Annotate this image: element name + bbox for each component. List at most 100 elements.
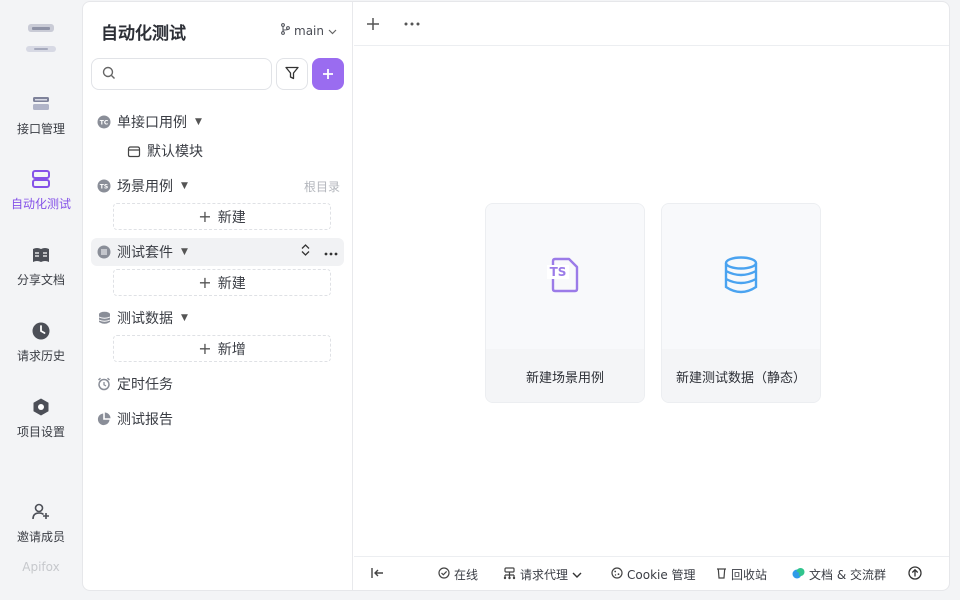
rail-item-label: 请求历史 — [16, 349, 65, 363]
check-circle-icon — [438, 567, 450, 582]
test-tree-panel: 自动化测试 main TC 单接口用例 ▼ 默认模块 TS 场景用例 ▼ 根目录… — [83, 2, 353, 590]
filter-button[interactable] — [276, 58, 308, 90]
database-icon — [723, 255, 759, 299]
node-label: 单接口用例 — [117, 115, 187, 131]
node-label: 测试报告 — [117, 412, 173, 428]
new-scenario-card[interactable]: TS 新建场景用例 — [485, 203, 645, 403]
new-label: 新建 — [217, 275, 246, 292]
invite-member-icon — [30, 501, 52, 523]
caret-down-icon: ▼ — [181, 247, 188, 257]
new-label: 新建 — [217, 209, 246, 226]
rail-item-label: 接口管理 — [16, 122, 65, 136]
search-icon — [102, 65, 116, 84]
api-management-icon — [30, 93, 52, 115]
card-label: 新建场景用例 — [486, 349, 644, 402]
node-label: 测试套件 — [117, 245, 173, 261]
brand-watermark: Apifox — [22, 560, 60, 574]
chevron-down-icon — [572, 568, 582, 582]
tab-bar — [354, 2, 949, 46]
new-data-button[interactable]: + 新增 — [113, 335, 331, 362]
git-branch-icon — [280, 23, 290, 38]
branch-name: main — [294, 23, 324, 38]
folder-icon — [126, 143, 142, 159]
chevron-down-icon — [328, 24, 337, 38]
ts-badge-icon: TS — [96, 178, 112, 194]
docs-community-button[interactable]: 文档 & 交流群 — [792, 566, 886, 583]
rail-item-automation-test[interactable]: 自动化测试 — [0, 168, 82, 212]
caret-down-icon: ▼ — [195, 117, 202, 127]
svg-text:TS: TS — [100, 183, 108, 190]
search-input[interactable] — [122, 67, 262, 81]
new-tab-button[interactable] — [366, 12, 380, 36]
arrow-up-circle-icon — [908, 566, 922, 583]
status-label: 文档 & 交流群 — [809, 568, 886, 582]
rail-item-api-management[interactable]: 接口管理 — [0, 93, 82, 137]
caret-down-icon: ▼ — [181, 313, 188, 323]
status-label: 回收站 — [731, 568, 768, 582]
shared-docs-icon — [30, 244, 52, 266]
panel-title: 自动化测试 — [101, 24, 186, 44]
status-label: Cookie 管理 — [627, 568, 696, 582]
rail-item-label: 分享文档 — [16, 273, 65, 287]
settings-hexagon-icon — [30, 396, 52, 418]
branch-selector[interactable]: main — [280, 23, 337, 38]
more-icon[interactable] — [324, 244, 338, 260]
project-logo[interactable] — [22, 18, 62, 62]
sort-icon[interactable] — [301, 244, 310, 260]
rail-item-project-settings[interactable]: 项目设置 — [0, 396, 82, 440]
collapse-sidebar-button[interactable] — [371, 567, 384, 582]
automation-test-icon — [30, 168, 52, 190]
new-static-data-card[interactable]: 新建测试数据（静态） — [661, 203, 821, 403]
status-bar: 在线 请求代理 Cookie 管理 回收站 文档 & 交流群 — [354, 556, 949, 590]
ts-file-icon: TS — [545, 255, 585, 299]
main-frame: 自动化测试 main TC 单接口用例 ▼ 默认模块 TS 场景用例 ▼ 根目录… — [82, 1, 950, 591]
node-label: 定时任务 — [117, 377, 173, 393]
plus-icon: + — [198, 273, 212, 292]
new-suite-button[interactable]: + 新建 — [113, 269, 331, 296]
plus-icon — [322, 65, 334, 84]
filter-icon — [285, 65, 299, 84]
pie-chart-icon — [96, 411, 112, 427]
proxy-network-icon — [503, 566, 516, 583]
chat-bubble-icon — [792, 567, 805, 583]
new-scenario-button[interactable]: + 新建 — [113, 203, 331, 230]
tree-node-test-data[interactable]: 测试数据 ▼ — [91, 304, 344, 332]
status-label: 在线 — [454, 568, 479, 582]
trash-button[interactable]: 回收站 — [716, 566, 767, 583]
add-button[interactable] — [312, 58, 344, 90]
node-label: 测试数据 — [117, 311, 173, 327]
tree-node-scheduled-tasks[interactable]: 定时任务 — [91, 370, 344, 398]
new-label: 新增 — [217, 341, 246, 358]
root-dir-label[interactable]: 根目录 — [304, 178, 340, 195]
rail-item-label: 项目设置 — [16, 425, 65, 439]
tab-more-icon[interactable] — [404, 10, 420, 30]
node-label: 场景用例 — [117, 179, 173, 195]
caret-down-icon: ▼ — [181, 181, 188, 191]
database-icon — [96, 310, 112, 326]
tree-node-default-module[interactable]: 默认模块 — [121, 137, 344, 165]
rail-item-invite-member[interactable]: 邀请成员 — [0, 501, 82, 545]
nav-rail: 接口管理 自动化测试 分享文档 请求历史 项目设置 邀请成员 Apifox — [0, 0, 82, 600]
tree-search-box[interactable] — [91, 58, 272, 90]
online-status[interactable]: 在线 — [438, 566, 478, 583]
trash-icon — [716, 567, 727, 582]
tree-node-single-case[interactable]: TC 单接口用例 ▼ — [91, 108, 344, 136]
tree-node-test-suite[interactable]: 测试套件 ▼ — [91, 238, 344, 266]
rail-item-shared-docs[interactable]: 分享文档 — [0, 244, 82, 288]
plus-icon: + — [198, 207, 212, 226]
rail-item-request-history[interactable]: 请求历史 — [0, 320, 82, 364]
request-proxy-menu[interactable]: 请求代理 — [503, 566, 582, 583]
upgrade-button[interactable] — [908, 566, 922, 583]
tree-node-scenario[interactable]: TS 场景用例 ▼ 根目录 — [91, 172, 344, 200]
tree-node-test-report[interactable]: 测试报告 — [91, 405, 344, 433]
history-clock-icon — [30, 320, 52, 342]
card-label: 新建测试数据（静态） — [662, 349, 820, 402]
cookie-manager-button[interactable]: Cookie 管理 — [611, 566, 696, 583]
node-label: 默认模块 — [147, 144, 203, 160]
cookie-icon — [611, 567, 623, 582]
svg-text:TS: TS — [550, 265, 567, 279]
tc-badge-icon: TC — [96, 114, 112, 130]
status-label: 请求代理 — [520, 568, 569, 582]
rail-item-label: 邀请成员 — [16, 530, 65, 544]
suite-list-icon — [96, 244, 112, 260]
